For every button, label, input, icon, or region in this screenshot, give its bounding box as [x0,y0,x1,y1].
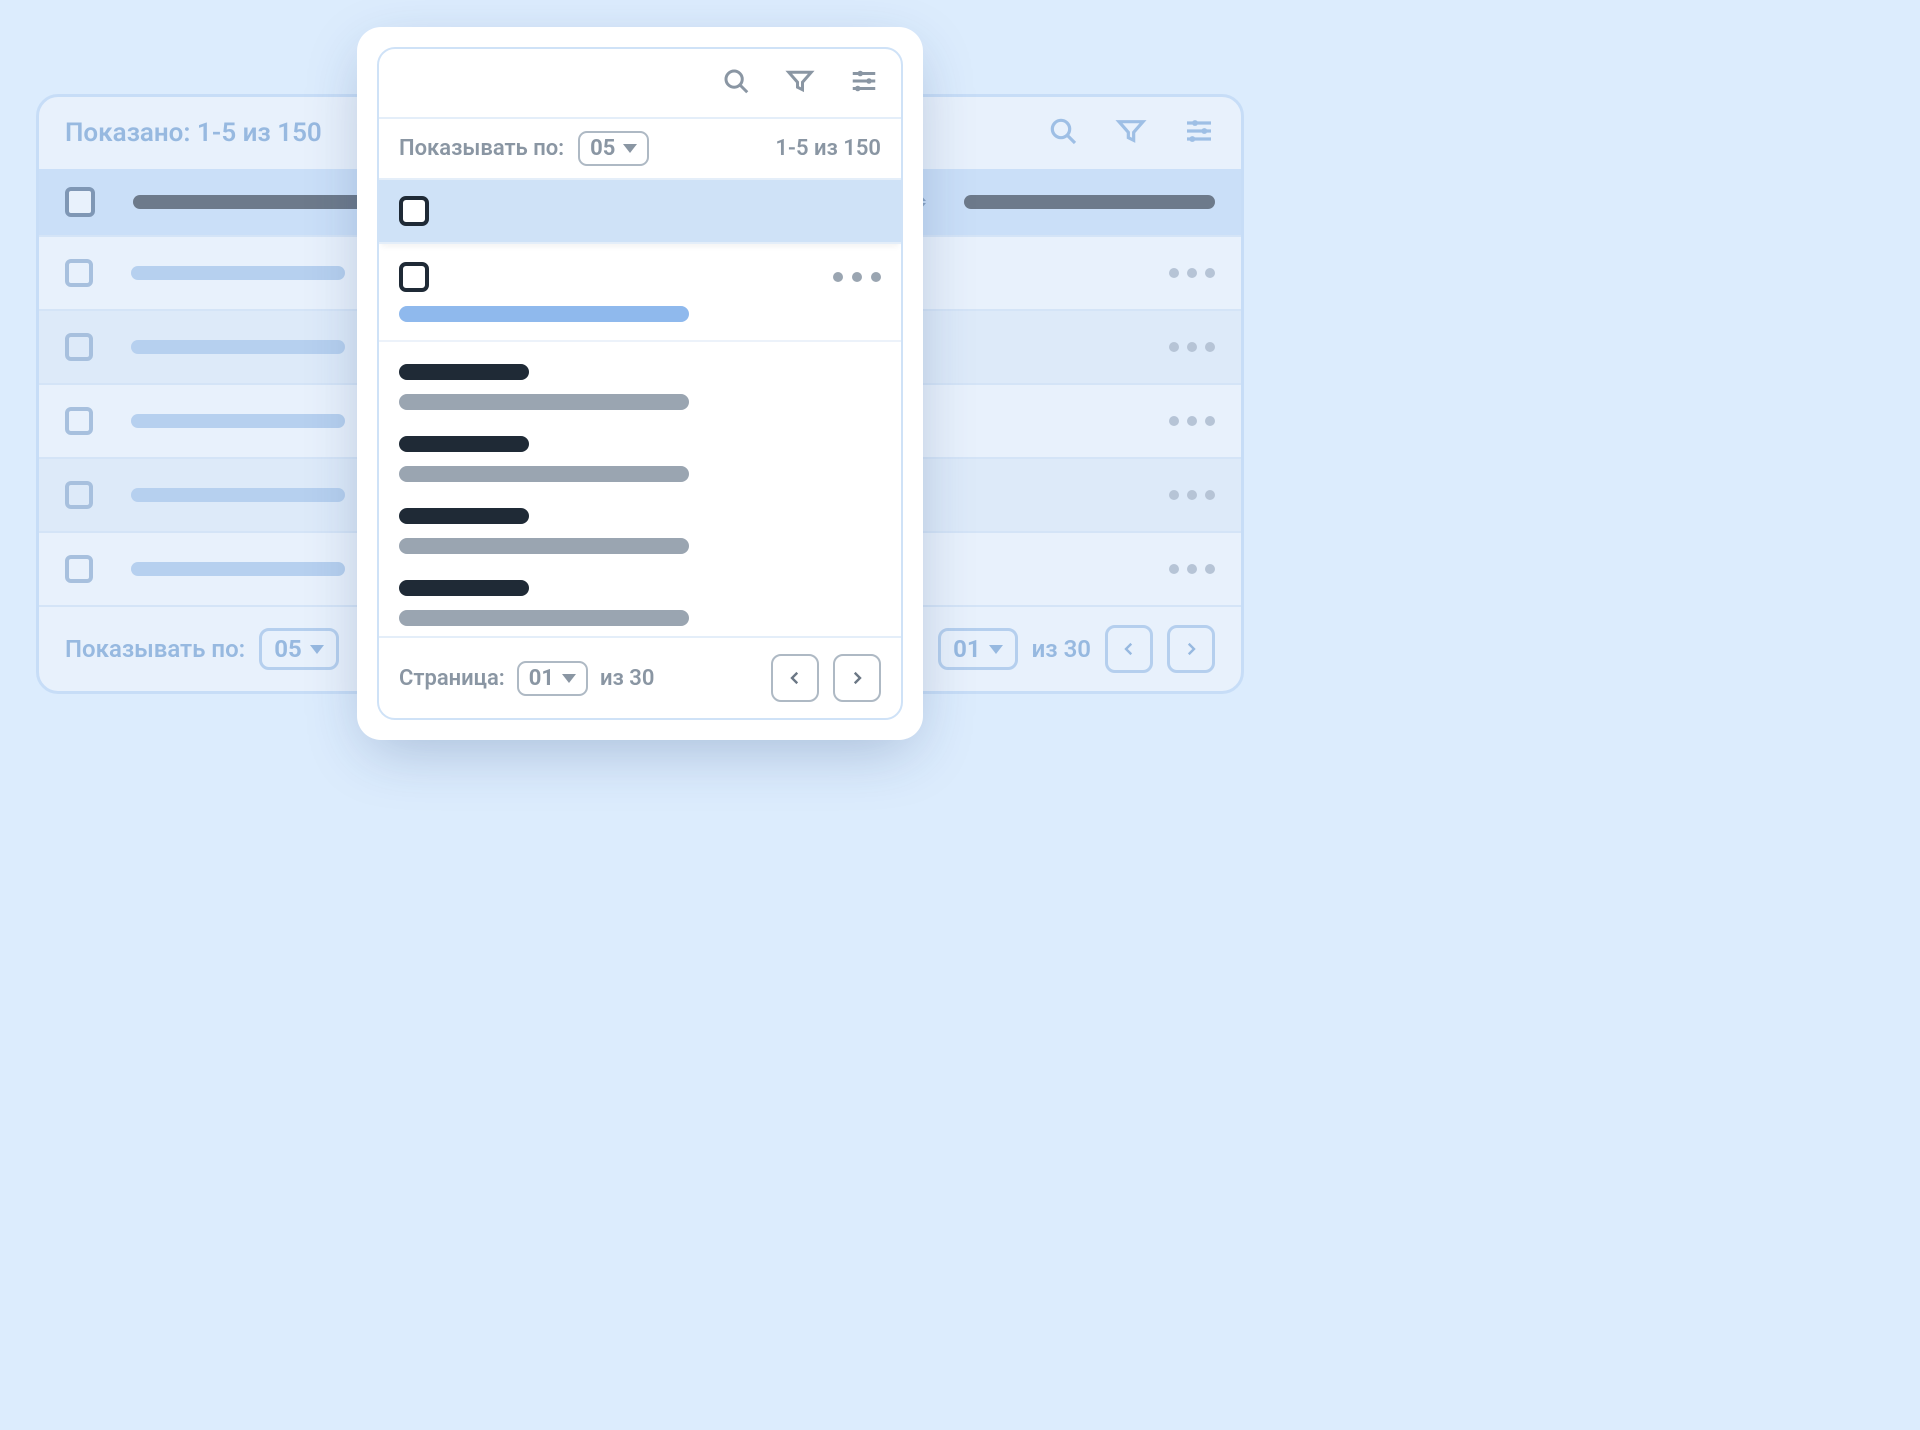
row-actions-icon[interactable] [833,272,881,282]
per-page-label: Показывать по: [399,136,564,161]
column-header[interactable] [964,195,1215,209]
next-page-button[interactable] [1167,625,1215,673]
next-page-button[interactable] [833,654,881,702]
chevron-down-icon [310,645,324,654]
field [399,508,881,554]
row-checkbox[interactable] [65,555,93,583]
row-checkbox[interactable] [65,259,93,287]
row-actions-icon[interactable] [1169,564,1215,574]
mobile-card: Показывать по: 05 1-5 из 150 [357,27,923,740]
row-checkbox[interactable] [65,333,93,361]
field-label [399,508,529,524]
column-header[interactable] [133,195,384,209]
per-page-label: Показывать по: [65,635,245,663]
prev-page-button[interactable] [771,654,819,702]
mobile-footer: Страница: 01 из 30 [379,636,901,718]
mobile-toolbar [379,49,901,119]
field-value [399,538,689,554]
row-checkbox[interactable] [399,262,429,292]
mobile-control-bar: Показывать по: 05 1-5 из 150 [379,119,901,180]
row-actions-icon[interactable] [1169,342,1215,352]
field-label [399,580,529,596]
search-icon[interactable] [721,66,751,100]
field-value [399,610,689,626]
chevron-down-icon [989,645,1003,654]
select-all-checkbox[interactable] [65,187,95,217]
search-icon[interactable] [1047,115,1079,151]
field-label [399,364,529,380]
showing-range-label: 1-5 из 150 [775,136,881,161]
settings-sliders-icon[interactable] [1183,115,1215,151]
mobile-select-all-row [379,180,901,244]
filter-icon[interactable] [1115,115,1147,151]
desktop-toolbar [1047,115,1215,151]
field-value [399,394,689,410]
select-all-checkbox[interactable] [399,196,429,226]
showing-range-label: Показано: 1-5 из 150 [65,118,322,148]
page-label: Страница: [399,666,505,691]
page-total-label: из 30 [1032,635,1091,663]
page-select[interactable]: 01 [938,628,1018,670]
row-checkbox[interactable] [65,407,93,435]
per-page-select[interactable]: 05 [578,131,649,166]
field-label [399,436,529,452]
item-fields [379,342,901,636]
row-actions-icon[interactable] [1169,490,1215,500]
cell-link[interactable] [131,266,345,280]
chevron-down-icon [562,674,576,683]
page-select[interactable]: 01 [517,661,588,696]
field [399,580,881,626]
field-value [399,466,689,482]
cell-link[interactable] [131,562,345,576]
row-checkbox[interactable] [65,481,93,509]
list-item[interactable] [379,244,901,636]
row-actions-icon[interactable] [1169,268,1215,278]
cell-link[interactable] [131,414,345,428]
cell-link[interactable] [131,340,345,354]
item-title[interactable] [399,306,689,322]
filter-icon[interactable] [785,66,815,100]
per-page-select[interactable]: 05 [259,628,339,670]
prev-page-button[interactable] [1105,625,1153,673]
chevron-down-icon [623,144,637,153]
settings-sliders-icon[interactable] [849,66,879,100]
field [399,436,881,482]
field [399,364,881,410]
cell-link[interactable] [131,488,345,502]
row-actions-icon[interactable] [1169,416,1215,426]
page-total-label: из 30 [600,666,654,691]
